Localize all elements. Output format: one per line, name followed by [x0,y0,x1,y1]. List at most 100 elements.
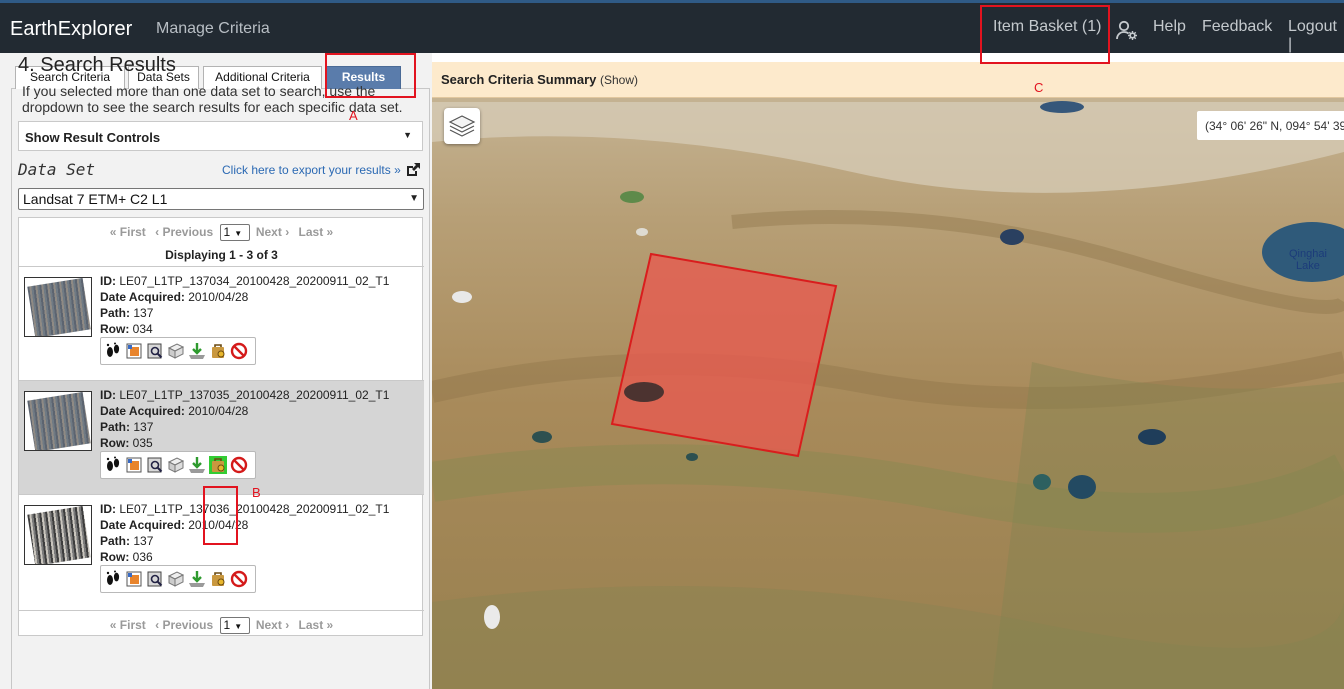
manage-criteria-link[interactable]: Manage Criteria [156,20,270,38]
annotation-label-c: C [1034,80,1044,95]
pager-next-link[interactable]: Next › [256,225,289,239]
page-select-value: 1 [223,225,231,239]
result-row: ID: LE07_L1TP_137035_20100428_20200911_0… [19,380,424,494]
order-icon[interactable] [209,570,227,588]
exclude-icon[interactable] [230,570,248,588]
order-icon[interactable] [209,342,227,360]
brand-logo[interactable]: EarthExplorer [10,18,132,41]
row-value: 034 [132,322,153,336]
footprint-icon[interactable] [104,456,122,474]
annotation-box-b [203,486,238,545]
field-label: Path: [100,306,130,320]
scene-id: LE07_L1TP_137035_20100428_20200911_02_T1 [119,388,390,402]
external-link-icon[interactable] [405,162,421,178]
browse-icon[interactable] [146,570,164,588]
top-navigation-bar: EarthExplorer Manage Criteria Item Baske… [0,0,1344,53]
pager-last-link[interactable]: Last » [299,618,334,632]
lake-label-line: Qinghai [1289,248,1327,260]
data-set-selected-value: Landsat 7 ETM+ C2 L1 [23,191,168,207]
scene-metadata: ID: LE07_L1TP_137035_20100428_20200911_0… [100,387,389,451]
logout-link[interactable]: Logout | [1288,18,1344,54]
pager-first-link[interactable]: « First [110,225,146,239]
exclude-icon[interactable] [230,456,248,474]
download-icon[interactable] [188,342,206,360]
browse-icon[interactable] [146,456,164,474]
chevron-down-icon: ▼ [409,193,419,204]
export-results-link[interactable]: Click here to export your results » [222,163,401,177]
data-set-label: Data Set [18,160,96,179]
field-label: Date Acquired: [100,518,185,532]
result-toolbar [100,451,256,479]
page-select-value: 1 [223,618,231,632]
displaying-count: Displaying 1 - 3 of 3 [165,248,278,262]
pager-next-link[interactable]: Next › [256,618,289,632]
lake-label: Qinghai Lake [1289,248,1327,272]
browse-icon[interactable] [146,342,164,360]
field-label: Row: [100,550,130,564]
metadata-icon[interactable] [167,456,185,474]
overlay-icon[interactable] [125,456,143,474]
scene-metadata: ID: LE07_L1TP_137036_20100428_20200911_0… [100,501,389,565]
annotation-label-a: A [349,108,358,123]
scene-metadata: ID: LE07_L1TP_137034_20100428_20200911_0… [100,273,389,337]
result-toolbar [100,565,256,593]
show-result-controls-toggle[interactable]: Show Result Controls ▼ [18,121,423,151]
download-icon[interactable] [188,570,206,588]
metadata-icon[interactable] [167,570,185,588]
metadata-icon[interactable] [167,342,185,360]
row-value: 035 [132,436,153,450]
path-value: 137 [133,306,154,320]
footprint-icon[interactable] [104,570,122,588]
scene-thumbnail[interactable] [24,391,92,451]
overlay-icon[interactable] [125,342,143,360]
map-view[interactable]: Search Criteria Summary (Show) (34° 06' … [432,62,1344,689]
field-label: Path: [100,534,130,548]
path-value: 137 [133,534,154,548]
row-value: 036 [132,550,153,564]
result-toolbar [100,337,256,365]
layers-button[interactable] [444,108,480,144]
page-select[interactable]: 1 ▼ [219,224,250,241]
pager-last-link[interactable]: Last » [299,225,334,239]
scene-id: LE07_L1TP_137034_20100428_20200911_02_T1 [119,274,390,288]
result-controls-label: Show Result Controls [25,130,161,145]
annotation-box-c [980,5,1110,64]
scene-thumbnail[interactable] [24,277,92,337]
field-label: Path: [100,420,130,434]
satellite-map[interactable] [432,62,1344,689]
search-results-heading: 4. Search Results [18,54,176,76]
field-label: Row: [100,322,130,336]
help-link[interactable]: Help [1153,18,1186,36]
field-label: Row: [100,436,130,450]
field-label: Date Acquired: [100,404,185,418]
lake-label-line: Lake [1296,260,1320,272]
chevron-down-icon: ▼ [234,229,243,238]
user-settings-icon[interactable] [1116,19,1138,41]
field-label: Date Acquired: [100,290,185,304]
chevron-down-icon: ▼ [234,622,243,631]
exclude-icon[interactable] [230,342,248,360]
date-acquired: 2010/04/28 [188,404,249,418]
field-label: ID: [100,502,116,516]
scene-thumbnail[interactable] [24,505,92,565]
footprint-icon[interactable] [104,342,122,360]
summary-title: Search Criteria Summary [441,72,597,87]
pager-previous-link[interactable]: ‹ Previous [155,618,213,632]
layers-icon [448,115,476,137]
caret-down-icon: ▼ [403,130,412,140]
result-row: ID: LE07_L1TP_137034_20100428_20200911_0… [19,266,424,380]
field-label: ID: [100,274,116,288]
order-icon-added[interactable] [209,456,227,474]
summary-show-link[interactable]: (Show) [600,73,638,87]
pager-first-link[interactable]: « First [110,618,146,632]
overlay-icon[interactable] [125,570,143,588]
pager-top: « First ‹ Previous 1 ▼ Next › Last » [19,224,424,241]
pager-previous-link[interactable]: ‹ Previous [155,225,213,239]
feedback-link[interactable]: Feedback [1202,18,1272,36]
download-icon[interactable] [188,456,206,474]
field-label: ID: [100,388,116,402]
results-list: « First ‹ Previous 1 ▼ Next › Last » Disp… [18,217,424,636]
data-set-select[interactable]: Landsat 7 ETM+ C2 L1 ▼ [18,188,424,210]
search-criteria-summary-bar: Search Criteria Summary (Show) [432,62,1344,98]
page-select[interactable]: 1 ▼ [219,617,250,634]
